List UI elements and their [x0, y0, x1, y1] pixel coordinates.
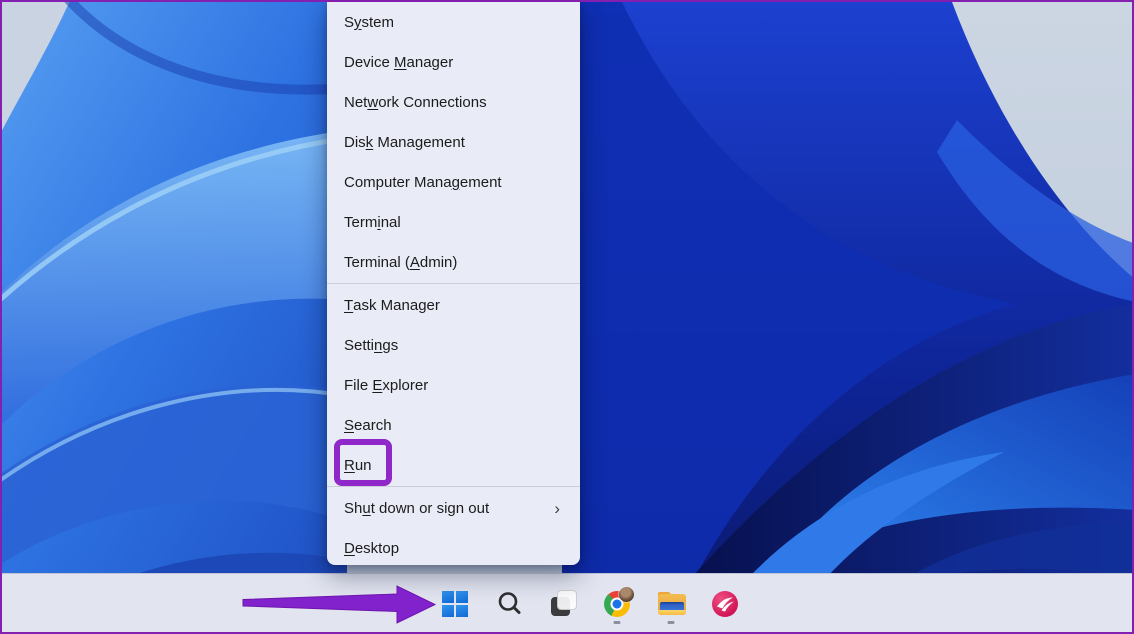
- menu-item-computer-management[interactable]: Computer Management: [327, 162, 580, 202]
- menu-item-network-connections[interactable]: Network Connections: [327, 82, 580, 122]
- search-button[interactable]: [489, 579, 529, 627]
- menu-item-terminal-admin[interactable]: Terminal (Admin): [327, 242, 580, 282]
- menu-item-disk-management[interactable]: Disk Management: [327, 122, 580, 162]
- menu-item-shut-down-or-sign-out[interactable]: Shut down or sign out›: [327, 488, 580, 528]
- snagit-button[interactable]: [705, 579, 745, 627]
- chrome-icon: [604, 590, 631, 617]
- chrome-profile-avatar: [619, 587, 634, 602]
- search-icon: [496, 590, 523, 617]
- menu-item-system[interactable]: System: [327, 2, 580, 42]
- menu-item-device-manager[interactable]: Device Manager: [327, 42, 580, 82]
- power-user-menu: System Device Manager Network Connection…: [327, 2, 580, 565]
- start-button[interactable]: [435, 579, 475, 627]
- chrome-button[interactable]: [597, 579, 637, 627]
- menu-item-terminal[interactable]: Terminal: [327, 202, 580, 242]
- menu-item-file-explorer[interactable]: File Explorer: [327, 365, 580, 405]
- menu-item-run[interactable]: Run: [327, 445, 580, 485]
- windows-logo-icon: [442, 590, 469, 617]
- taskbar-icon-group: [435, 574, 745, 632]
- menu-item-desktop[interactable]: Desktop: [327, 528, 580, 565]
- menu-item-settings[interactable]: Settings: [327, 325, 580, 365]
- running-indicator: [668, 621, 675, 624]
- menu-separator: [327, 283, 580, 284]
- menu-separator: [327, 486, 580, 487]
- file-explorer-button[interactable]: [651, 579, 691, 627]
- task-view-icon: [550, 590, 577, 617]
- taskbar: [2, 573, 1132, 632]
- folder-icon: [658, 590, 685, 617]
- task-view-button[interactable]: [543, 579, 583, 627]
- running-indicator: [614, 621, 621, 624]
- snagit-feather-icon: [712, 590, 739, 617]
- menu-item-task-manager[interactable]: Task Manager: [327, 285, 580, 325]
- windows-desktop-screenshot: System Device Manager Network Connection…: [0, 0, 1134, 634]
- menu-item-search[interactable]: Search: [327, 405, 580, 445]
- submenu-chevron-icon: ›: [554, 500, 560, 517]
